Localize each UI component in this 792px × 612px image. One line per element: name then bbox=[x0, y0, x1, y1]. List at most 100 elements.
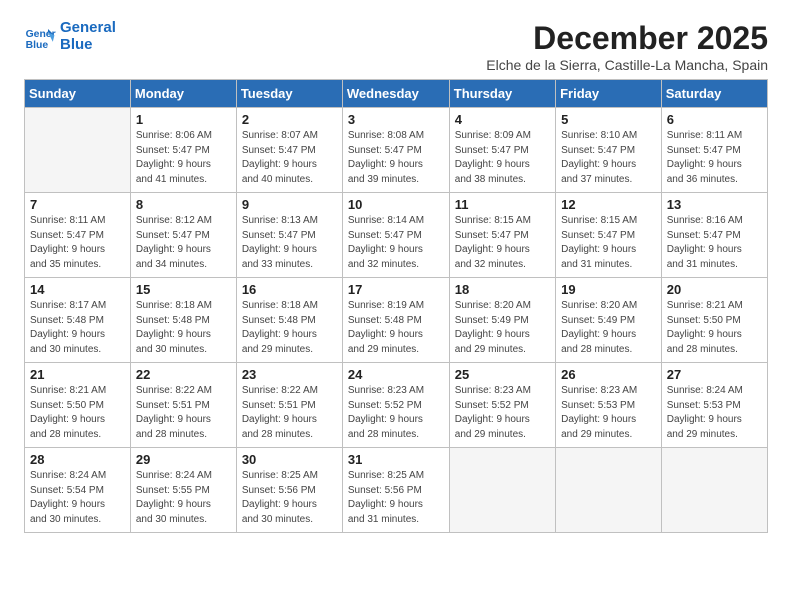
day-number: 24 bbox=[348, 367, 444, 382]
day-cell: 30Sunrise: 8:25 AM Sunset: 5:56 PM Dayli… bbox=[236, 448, 342, 533]
page-header: General Blue General Blue December 2025 … bbox=[24, 20, 768, 73]
day-cell: 18Sunrise: 8:20 AM Sunset: 5:49 PM Dayli… bbox=[449, 278, 555, 363]
day-cell: 2Sunrise: 8:07 AM Sunset: 5:47 PM Daylig… bbox=[236, 108, 342, 193]
day-info: Sunrise: 8:16 AM Sunset: 5:47 PM Dayligh… bbox=[667, 214, 762, 272]
day-cell: 13 Sunrise: 8:16 AM Sunset: 5:47 PM Dayli… bbox=[661, 193, 767, 278]
day-cell: 14 Sunrise: 8:17 AM Sunset: 5:48 PM Dayli… bbox=[25, 278, 131, 363]
day-info: Sunrise: 8:15 AM Sunset: 5:47 PM Dayligh… bbox=[455, 214, 550, 272]
day-info: Sunrise: 8:09 AM Sunset: 5:47 PM Dayligh… bbox=[455, 129, 550, 187]
calendar-title: December 2025 bbox=[486, 20, 768, 57]
header-wednesday: Wednesday bbox=[342, 80, 449, 108]
day-number: 23 bbox=[242, 367, 337, 382]
day-number: 4 bbox=[455, 112, 550, 127]
day-cell: 25 Sunrise: 8:23 AM Sunset: 5:52 PM Dayli… bbox=[449, 363, 555, 448]
day-info: Sunrise: 8:24 AM Sunset: 5:55 PM Dayligh… bbox=[136, 469, 231, 527]
day-number: 15 bbox=[136, 282, 231, 297]
day-number: 10 bbox=[348, 197, 444, 212]
day-info: Sunrise: 8:24 AM Sunset: 5:53 PM Dayligh… bbox=[667, 384, 762, 442]
day-cell: 3 Sunrise: 8:08 AM Sunset: 5:47 PM Daylig… bbox=[342, 108, 449, 193]
day-info: Sunrise: 8:20 AM Sunset: 5:49 PM Dayligh… bbox=[455, 299, 550, 357]
day-cell: 26 Sunrise: 8:23 AM Sunset: 5:53 PM Dayli… bbox=[556, 363, 662, 448]
day-number: 5 bbox=[561, 112, 656, 127]
day-cell: 12Sunrise: 8:15 AM Sunset: 5:47 PM Dayli… bbox=[556, 193, 662, 278]
day-info: Sunrise: 8:08 AM Sunset: 5:47 PM Dayligh… bbox=[348, 129, 444, 187]
day-number: 27 bbox=[667, 367, 762, 382]
logo-icon: General Blue bbox=[24, 21, 56, 53]
logo: General Blue General Blue bbox=[24, 20, 116, 53]
logo-line1: General bbox=[60, 20, 116, 37]
header-thursday: Thursday bbox=[449, 80, 555, 108]
day-info: Sunrise: 8:18 AM Sunset: 5:48 PM Dayligh… bbox=[136, 299, 231, 357]
week-row-4: 21 Sunrise: 8:21 AM Sunset: 5:50 PM Dayli… bbox=[25, 363, 768, 448]
day-cell: 11 Sunrise: 8:15 AM Sunset: 5:47 PM Dayli… bbox=[449, 193, 555, 278]
day-info: Sunrise: 8:23 AM Sunset: 5:52 PM Dayligh… bbox=[455, 384, 550, 442]
day-number: 22 bbox=[136, 367, 231, 382]
day-cell bbox=[449, 448, 555, 533]
day-cell bbox=[25, 108, 131, 193]
day-number: 26 bbox=[561, 367, 656, 382]
day-number: 12 bbox=[561, 197, 656, 212]
day-cell: 19Sunrise: 8:20 AM Sunset: 5:49 PM Dayli… bbox=[556, 278, 662, 363]
day-info: Sunrise: 8:10 AM Sunset: 5:47 PM Dayligh… bbox=[561, 129, 656, 187]
day-info: Sunrise: 8:24 AM Sunset: 5:54 PM Dayligh… bbox=[30, 469, 125, 527]
day-cell: 17 Sunrise: 8:19 AM Sunset: 5:48 PM Dayli… bbox=[342, 278, 449, 363]
day-info: Sunrise: 8:22 AM Sunset: 5:51 PM Dayligh… bbox=[242, 384, 337, 442]
day-cell: 22 Sunrise: 8:22 AM Sunset: 5:51 PM Dayli… bbox=[130, 363, 236, 448]
day-number: 3 bbox=[348, 112, 444, 127]
day-number: 7 bbox=[30, 197, 125, 212]
calendar-header-row: SundayMondayTuesdayWednesdayThursdayFrid… bbox=[25, 80, 768, 108]
header-sunday: Sunday bbox=[25, 80, 131, 108]
day-info: Sunrise: 8:21 AM Sunset: 5:50 PM Dayligh… bbox=[30, 384, 125, 442]
day-cell bbox=[556, 448, 662, 533]
day-cell: 16Sunrise: 8:18 AM Sunset: 5:48 PM Dayli… bbox=[236, 278, 342, 363]
day-cell: 31Sunrise: 8:25 AM Sunset: 5:56 PM Dayli… bbox=[342, 448, 449, 533]
day-number: 31 bbox=[348, 452, 444, 467]
day-number: 9 bbox=[242, 197, 337, 212]
day-info: Sunrise: 8:13 AM Sunset: 5:47 PM Dayligh… bbox=[242, 214, 337, 272]
day-info: Sunrise: 8:07 AM Sunset: 5:47 PM Dayligh… bbox=[242, 129, 337, 187]
header-friday: Friday bbox=[556, 80, 662, 108]
day-cell: 5 Sunrise: 8:10 AM Sunset: 5:47 PM Daylig… bbox=[556, 108, 662, 193]
day-cell: 6 Sunrise: 8:11 AM Sunset: 5:47 PM Daylig… bbox=[661, 108, 767, 193]
day-cell: 8 Sunrise: 8:12 AM Sunset: 5:47 PM Daylig… bbox=[130, 193, 236, 278]
day-number: 11 bbox=[455, 197, 550, 212]
day-cell: 21 Sunrise: 8:21 AM Sunset: 5:50 PM Dayli… bbox=[25, 363, 131, 448]
day-info: Sunrise: 8:23 AM Sunset: 5:53 PM Dayligh… bbox=[561, 384, 656, 442]
week-row-5: 28 Sunrise: 8:24 AM Sunset: 5:54 PM Dayli… bbox=[25, 448, 768, 533]
day-cell: 23 Sunrise: 8:22 AM Sunset: 5:51 PM Dayli… bbox=[236, 363, 342, 448]
week-row-3: 14 Sunrise: 8:17 AM Sunset: 5:48 PM Dayli… bbox=[25, 278, 768, 363]
day-cell: 27 Sunrise: 8:24 AM Sunset: 5:53 PM Dayli… bbox=[661, 363, 767, 448]
day-info: Sunrise: 8:21 AM Sunset: 5:50 PM Dayligh… bbox=[667, 299, 762, 357]
day-info: Sunrise: 8:19 AM Sunset: 5:48 PM Dayligh… bbox=[348, 299, 444, 357]
day-cell: 9 Sunrise: 8:13 AM Sunset: 5:47 PM Daylig… bbox=[236, 193, 342, 278]
day-number: 19 bbox=[561, 282, 656, 297]
day-cell: 24Sunrise: 8:23 AM Sunset: 5:52 PM Dayli… bbox=[342, 363, 449, 448]
logo-line2: Blue bbox=[60, 37, 116, 54]
day-info: Sunrise: 8:17 AM Sunset: 5:48 PM Dayligh… bbox=[30, 299, 125, 357]
week-row-1: 1Sunrise: 8:06 AM Sunset: 5:47 PM Daylig… bbox=[25, 108, 768, 193]
day-number: 6 bbox=[667, 112, 762, 127]
day-number: 25 bbox=[455, 367, 550, 382]
svg-text:Blue: Blue bbox=[26, 40, 49, 51]
day-number: 30 bbox=[242, 452, 337, 467]
day-number: 14 bbox=[30, 282, 125, 297]
day-number: 1 bbox=[136, 112, 231, 127]
day-cell: 7 Sunrise: 8:11 AM Sunset: 5:47 PM Daylig… bbox=[25, 193, 131, 278]
day-number: 21 bbox=[30, 367, 125, 382]
day-cell: 4 Sunrise: 8:09 AM Sunset: 5:47 PM Daylig… bbox=[449, 108, 555, 193]
day-number: 8 bbox=[136, 197, 231, 212]
day-cell: 28 Sunrise: 8:24 AM Sunset: 5:54 PM Dayli… bbox=[25, 448, 131, 533]
day-cell bbox=[661, 448, 767, 533]
calendar-table: SundayMondayTuesdayWednesdayThursdayFrid… bbox=[24, 79, 768, 533]
day-info: Sunrise: 8:11 AM Sunset: 5:47 PM Dayligh… bbox=[667, 129, 762, 187]
day-number: 17 bbox=[348, 282, 444, 297]
day-info: Sunrise: 8:12 AM Sunset: 5:47 PM Dayligh… bbox=[136, 214, 231, 272]
day-number: 28 bbox=[30, 452, 125, 467]
day-cell: 15 Sunrise: 8:18 AM Sunset: 5:48 PM Dayli… bbox=[130, 278, 236, 363]
day-number: 20 bbox=[667, 282, 762, 297]
day-number: 13 bbox=[667, 197, 762, 212]
day-info: Sunrise: 8:22 AM Sunset: 5:51 PM Dayligh… bbox=[136, 384, 231, 442]
day-number: 16 bbox=[242, 282, 337, 297]
day-info: Sunrise: 8:11 AM Sunset: 5:47 PM Dayligh… bbox=[30, 214, 125, 272]
day-number: 29 bbox=[136, 452, 231, 467]
